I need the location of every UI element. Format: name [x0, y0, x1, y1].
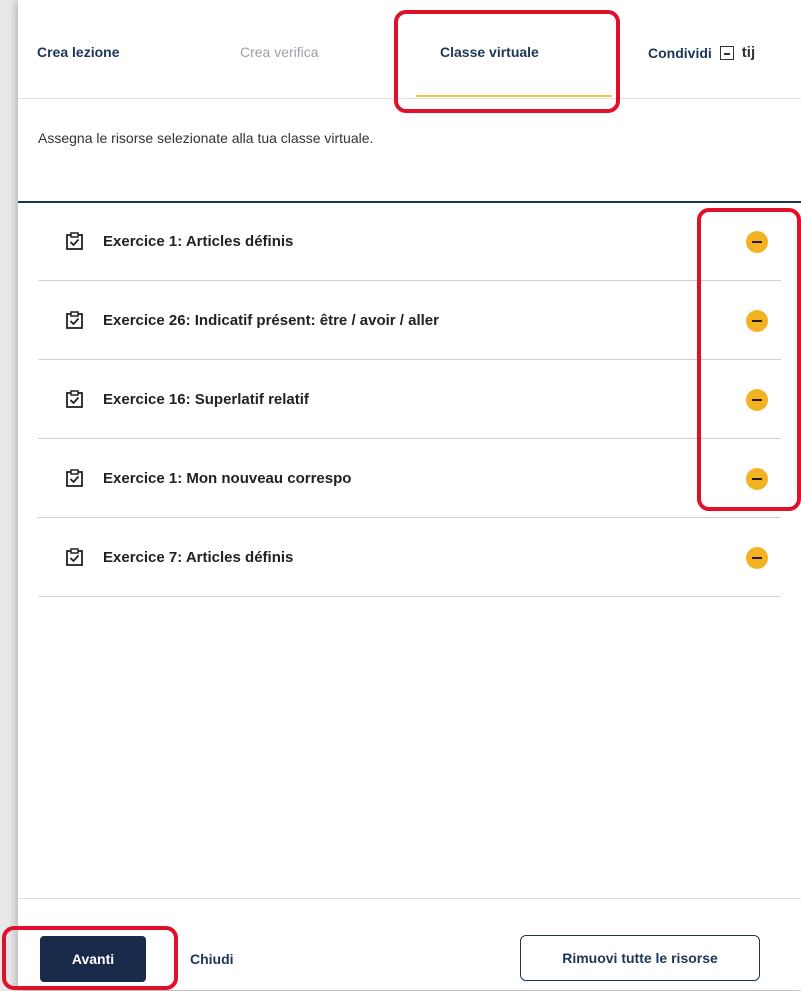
share-icon[interactable]	[719, 45, 734, 60]
remove-all-button[interactable]: Rimuovi tutte le risorse	[520, 935, 760, 981]
remove-resource-icon[interactable]	[746, 310, 768, 332]
resource-label: Exercice 1: Articles définis	[103, 233, 294, 250]
resource-row: Exercice 7: Articles définis	[38, 518, 781, 597]
resource-label: Exercice 1: Mon nouveau correspo	[103, 470, 352, 487]
resource-row: Exercice 26: Indicatif présent: être / a…	[38, 281, 781, 360]
remove-resource-icon[interactable]	[746, 547, 768, 569]
resource-label: Exercice 26: Indicatif présent: être / a…	[103, 312, 439, 329]
share-label: Condividi	[648, 44, 712, 61]
resource-list: Exercice 1: Articles définis Exercice 26…	[38, 202, 781, 597]
checklist-icon	[66, 469, 83, 487]
checklist-icon	[66, 311, 83, 329]
tab-create-test[interactable]: Crea verifica	[240, 44, 319, 60]
tab-bar: Crea lezione Crea verifica Classe virtua…	[18, 0, 801, 99]
tab-virtual-class[interactable]: Classe virtuale	[440, 44, 539, 60]
checklist-icon	[66, 232, 83, 250]
resource-row: Exercice 1: Articles définis	[38, 202, 781, 281]
close-button[interactable]: Chiudi	[190, 951, 234, 967]
next-button[interactable]: Avanti	[40, 936, 146, 982]
share-panel: Crea lezione Crea verifica Classe virtua…	[18, 0, 801, 990]
checklist-icon	[66, 390, 83, 408]
resource-label: Exercice 7: Articles définis	[103, 549, 294, 566]
remove-resource-icon[interactable]	[746, 231, 768, 253]
resource-row: Exercice 16: Superlatif relatif	[38, 360, 781, 439]
checklist-icon	[66, 548, 83, 566]
active-tab-indicator	[416, 95, 612, 97]
footer-bar: Avanti Chiudi Rimuovi tutte le risorse	[18, 898, 801, 991]
share-menu[interactable]: Condividi tij	[648, 44, 755, 61]
resource-label: Exercice 16: Superlatif relatif	[103, 391, 309, 408]
tab-create-lesson[interactable]: Crea lezione	[37, 44, 119, 60]
teams-icon[interactable]: tij	[742, 44, 755, 61]
remove-resource-icon[interactable]	[746, 389, 768, 411]
remove-resource-icon[interactable]	[746, 468, 768, 490]
resource-row: Exercice 1: Mon nouveau correspo	[38, 439, 781, 518]
intro-text: Assegna le risorse selezionate alla tua …	[38, 130, 374, 146]
